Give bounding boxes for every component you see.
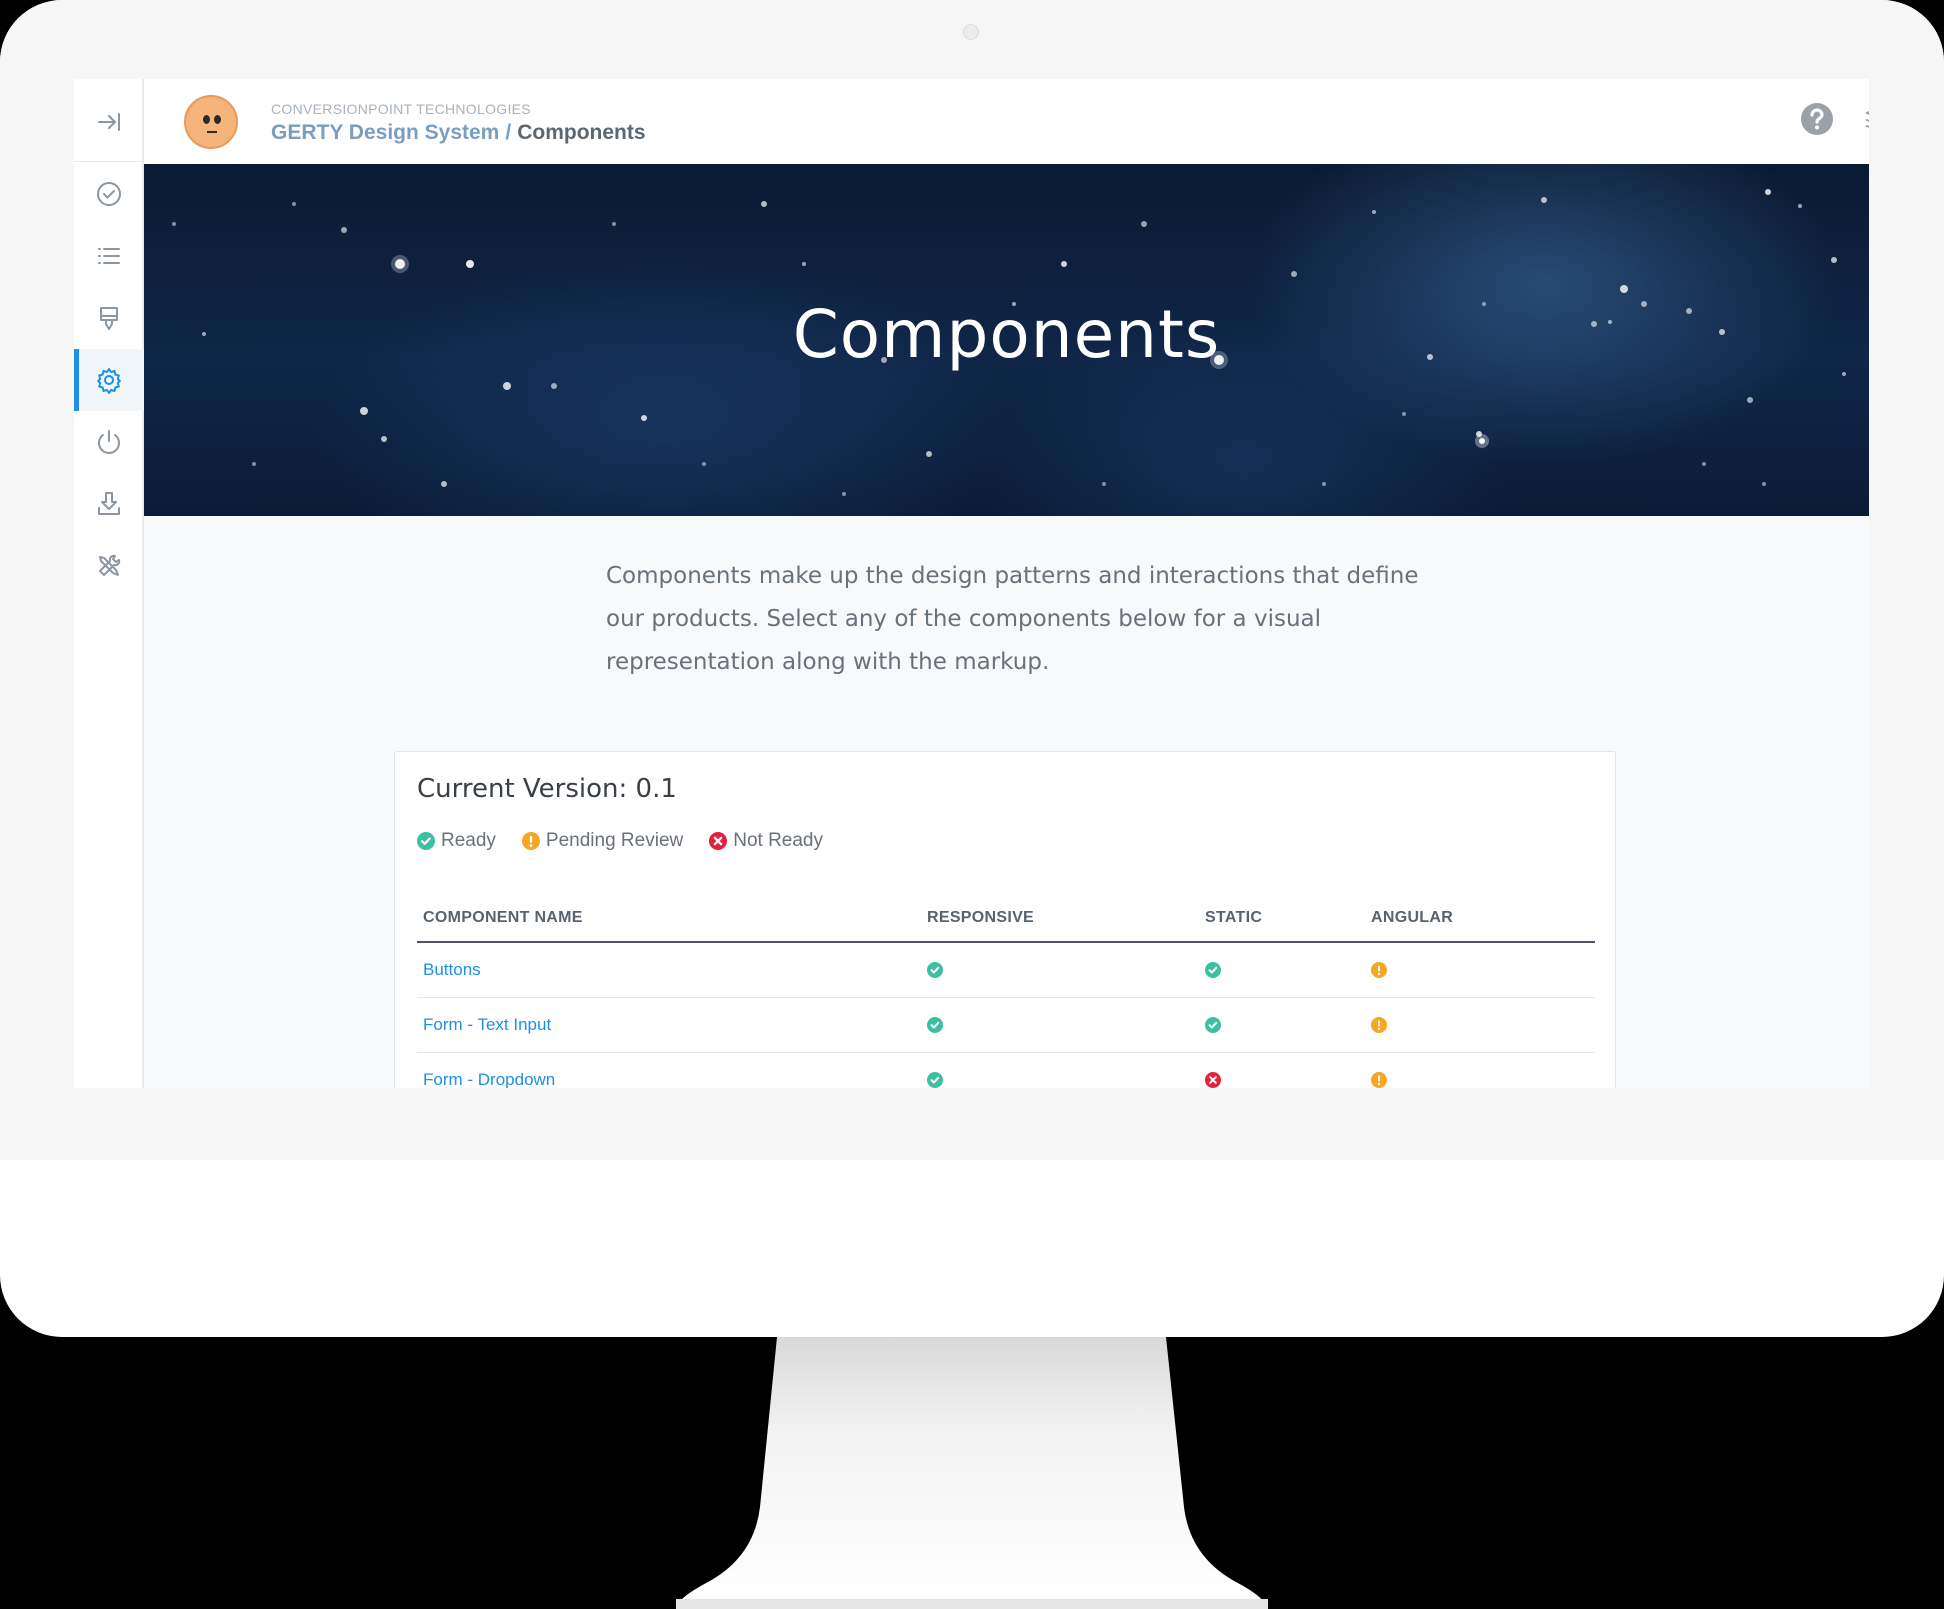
breadcrumb-parent[interactable]: GERTY Design System bbox=[271, 121, 499, 144]
ready-icon bbox=[927, 961, 943, 978]
camera-dot bbox=[963, 24, 979, 40]
table-row[interactable]: Form - Text Input bbox=[417, 997, 1595, 1053]
component-link[interactable]: Form - Text Input bbox=[423, 1015, 551, 1034]
legend-label: Not Ready bbox=[733, 830, 824, 851]
tools-icon bbox=[99, 554, 121, 576]
ready-icon bbox=[927, 1016, 943, 1033]
sidebar-divider bbox=[74, 161, 144, 162]
ready-icon bbox=[1205, 961, 1221, 978]
sidebar-item-tools[interactable] bbox=[74, 535, 144, 597]
sidebar-item-list[interactable] bbox=[74, 225, 144, 287]
breadcrumb-separator: / bbox=[505, 121, 512, 144]
components-table: COMPONENT NAME RESPONSIVE STATIC ANGULAR… bbox=[417, 894, 1595, 1088]
hero-title: Components bbox=[792, 296, 1221, 373]
hero-banner: Components bbox=[144, 164, 1869, 516]
brush-icon bbox=[100, 307, 118, 330]
list-icon bbox=[98, 248, 120, 264]
layers-icon[interactable] bbox=[1863, 101, 1869, 137]
monitor-stand bbox=[676, 1337, 1268, 1609]
power-icon bbox=[98, 430, 120, 454]
pending-icon bbox=[1371, 1016, 1387, 1033]
column-header[interactable]: COMPONENT NAME bbox=[417, 894, 921, 943]
table-row[interactable]: Buttons bbox=[417, 942, 1595, 998]
legend-ready: Ready bbox=[417, 830, 496, 852]
company-name: CONVERSIONPOINT TECHNOLOGIES bbox=[271, 101, 531, 117]
not-ready-icon bbox=[1205, 1071, 1221, 1088]
pending-icon bbox=[1371, 961, 1387, 978]
breadcrumb-current: Components bbox=[517, 121, 646, 144]
sidebar-item-download[interactable] bbox=[74, 473, 144, 535]
gear-icon bbox=[97, 368, 121, 394]
component-link[interactable]: Form - Dropdown bbox=[423, 1070, 555, 1089]
breadcrumb: GERTY Design System / Components bbox=[271, 121, 646, 145]
ready-icon bbox=[417, 832, 435, 850]
sidebar-item-power[interactable] bbox=[74, 411, 144, 473]
top-header: CONVERSIONPOINT TECHNOLOGIES GERTY Desig… bbox=[144, 79, 1869, 164]
monitor-frame: CONVERSIONPOINT TECHNOLOGIES GERTY Desig… bbox=[0, 0, 1944, 1337]
legend-not-ready: Not Ready bbox=[709, 830, 823, 852]
legend-pending: Pending Review bbox=[521, 830, 684, 852]
ready-icon bbox=[1205, 1016, 1221, 1033]
app-screen: CONVERSIONPOINT TECHNOLOGIES GERTY Desig… bbox=[74, 79, 1869, 1088]
column-header[interactable]: ANGULAR bbox=[1365, 894, 1595, 943]
status-legend: Ready Pending Review Not Ready bbox=[417, 830, 823, 852]
component-link[interactable]: Buttons bbox=[423, 960, 481, 979]
pending-icon bbox=[1371, 1071, 1387, 1088]
download-icon bbox=[98, 492, 120, 515]
check-circle-icon bbox=[97, 182, 121, 206]
legend-label: Ready bbox=[441, 830, 496, 851]
column-header[interactable]: STATIC bbox=[1199, 894, 1365, 943]
table-header-row: COMPONENT NAME RESPONSIVE STATIC ANGULAR bbox=[417, 894, 1595, 943]
components-card: Current Version: 0.1 Ready Pending Revie… bbox=[394, 751, 1616, 1088]
sidebar-item-settings[interactable] bbox=[74, 349, 144, 411]
pending-icon bbox=[521, 832, 540, 850]
avatar[interactable] bbox=[184, 95, 238, 149]
collapse-arrow-icon[interactable] bbox=[74, 91, 144, 153]
ready-icon bbox=[927, 1071, 943, 1088]
not-ready-icon bbox=[709, 832, 728, 850]
sidebar-item-brush[interactable] bbox=[74, 287, 144, 349]
version-title: Current Version: 0.1 bbox=[417, 774, 677, 804]
legend-label: Pending Review bbox=[545, 830, 684, 851]
intro-text: Components make up the design patterns a… bbox=[606, 563, 1419, 675]
table-row[interactable]: Form - Dropdown bbox=[417, 1052, 1595, 1088]
sidebar bbox=[74, 79, 144, 1088]
column-header[interactable]: RESPONSIVE bbox=[921, 894, 1199, 943]
help-icon[interactable] bbox=[1799, 101, 1835, 137]
sidebar-item-check[interactable] bbox=[74, 163, 144, 225]
